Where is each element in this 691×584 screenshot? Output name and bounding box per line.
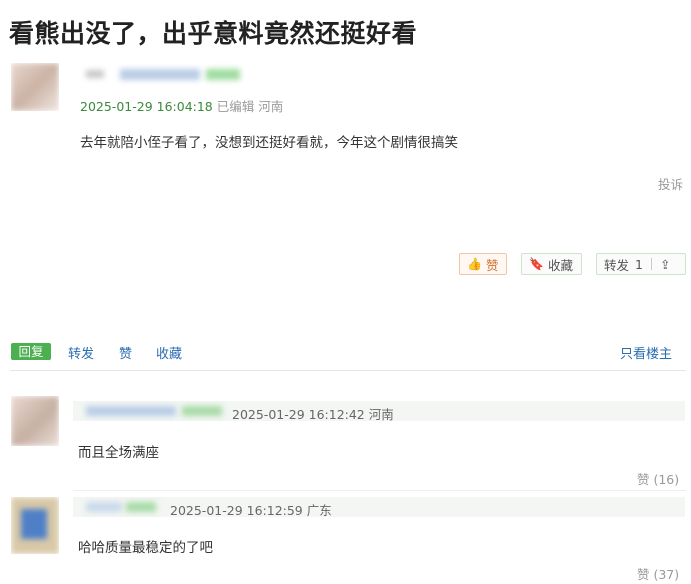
page-title: 看熊出没了，出乎意料竟然还挺好看 — [9, 19, 418, 48]
comment-meta: 2025-01-29 16:12:42 河南 — [232, 404, 394, 423]
report-link[interactable]: 投诉 — [658, 174, 683, 193]
like-button[interactable]: 👍 赞 — [459, 253, 507, 275]
comment-datetime: 2025-01-29 16:12:42 — [232, 407, 365, 422]
post-content: 去年就陪小侄子看了，没想到还挺好看就，今年这个剧情很搞笑 — [80, 135, 458, 151]
comment-content: 哈哈质量最稳定的了吧 — [78, 540, 213, 556]
share-icon[interactable]: ⇪ — [660, 257, 670, 272]
forward-separator — [650, 258, 652, 270]
post-location: 河南 — [258, 99, 284, 114]
only-op-link[interactable]: 只看楼主 — [620, 343, 672, 362]
like-action[interactable]: 赞 — [119, 343, 132, 362]
forward-count: 1 — [635, 256, 643, 272]
comment-username-blurred[interactable] — [80, 403, 230, 419]
reply-button[interactable]: 回复 — [11, 343, 51, 360]
comment-datetime: 2025-01-29 16:12:59 — [170, 503, 303, 518]
post-username-blurred[interactable] — [80, 68, 250, 82]
comment-avatar[interactable] — [11, 497, 59, 554]
divider — [10, 370, 686, 371]
comment-like-button[interactable]: 赞 (37) — [637, 564, 679, 583]
post-edited: 已编辑 — [216, 99, 255, 114]
forward-button[interactable]: 转发 1 ⇪ — [596, 253, 686, 275]
comment-meta: 2025-01-29 16:12:59 广东 — [170, 500, 332, 519]
comment-content: 而且全场满座 — [78, 445, 159, 461]
thumbs-up-icon: 👍 — [467, 257, 482, 271]
divider — [73, 490, 686, 491]
like-label: 赞 — [485, 257, 499, 273]
forward-action[interactable]: 转发 — [68, 343, 94, 362]
comment-username-blurred[interactable] — [80, 499, 170, 515]
post-avatar[interactable] — [11, 63, 59, 111]
collect-button[interactable]: 🔖 收藏 — [521, 253, 582, 275]
comment-location: 广东 — [306, 503, 332, 518]
forward-label: 转发 — [604, 257, 630, 273]
comment-like-button[interactable]: 赞 (16) — [637, 469, 679, 488]
collect-label: 收藏 — [547, 257, 573, 273]
post-datetime: 2025-01-29 16:04:18 — [80, 99, 213, 114]
comment-location: 河南 — [368, 407, 394, 422]
comment-avatar[interactable] — [11, 396, 59, 446]
post-meta: 2025-01-29 16:04:18 已编辑 河南 — [80, 96, 283, 115]
collect-action[interactable]: 收藏 — [156, 343, 182, 362]
bookmark-icon: 🔖 — [529, 257, 544, 271]
